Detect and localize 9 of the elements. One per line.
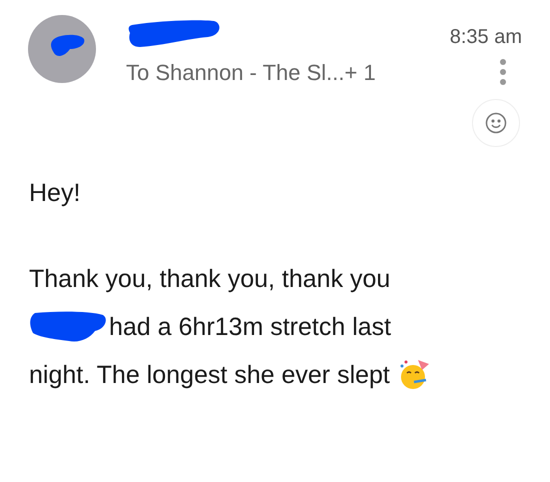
message-line: Thank you, thank you, thank you bbox=[29, 264, 390, 295]
more-options-button[interactable] bbox=[498, 57, 508, 87]
greeting-text: Hey! bbox=[29, 178, 80, 209]
recipients-text: To Shannon - The Sl...+ 1 bbox=[126, 59, 377, 87]
smiley-icon bbox=[485, 112, 507, 134]
message-line: had a 6hr13m stretch last bbox=[109, 312, 392, 343]
message-line: night. The longest she ever slept bbox=[29, 360, 390, 391]
add-reaction-button[interactable] bbox=[472, 99, 520, 147]
time-text: 8:35 am bbox=[450, 25, 522, 49]
